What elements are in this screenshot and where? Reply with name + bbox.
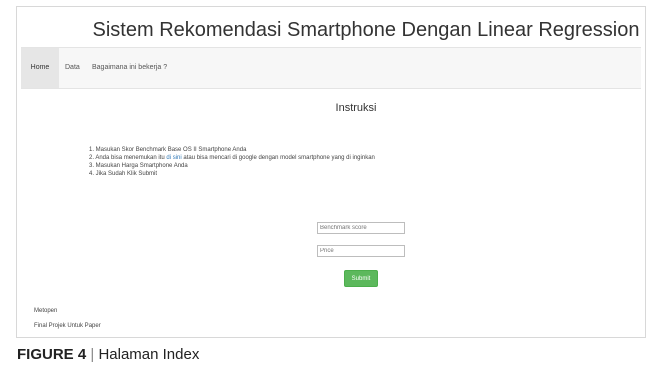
nav-how-it-works-link[interactable]: Bagaimana ini bekerja ? [92,48,167,88]
instruction-step-4: 4. Jika Sudah Klik Submit [89,171,158,177]
benchmark-score-input[interactable] [317,222,405,234]
here-link[interactable]: di sini [166,155,181,161]
instructions-heading: Instruksi [335,102,377,114]
instruction-step-2: 2. Anda bisa menemukan itu di sini atau … [89,154,375,162]
navbar: Home Data Bagaimana ini bekerja ? [21,47,641,89]
caption-text: Halaman Index [98,346,200,363]
submit-button[interactable]: Submit [344,270,378,287]
page-title: Sistem Rekomendasi Smartphone Dengan Lin… [92,19,640,41]
figure-label: FIGURE 4 [17,346,87,363]
footer-subtitle: Final Projek Untuk Paper [34,323,101,329]
step-2-text-after: atau bisa mencari di google dengan model… [181,155,375,161]
step-2-text-before: 2. Anda bisa menemukan itu [89,155,167,161]
footer-name: Metopen [34,308,58,314]
instructions-list: 1. Masukan Skor Benchmark Base OS II Sma… [89,146,375,178]
price-input[interactable] [317,245,405,257]
instruction-step-1: 1. Masukan Skor Benchmark Base OS II Sma… [89,147,247,153]
instruction-step-3: 3. Masukan Harga Smartphone Anda [89,163,188,169]
browser-page: Sistem Rekomendasi Smartphone Dengan Lin… [16,6,646,338]
nav-home-link[interactable]: Home [21,48,59,88]
nav-data-link[interactable]: Data [65,48,80,88]
figure-caption: FIGURE 4 | Halaman Index [17,346,199,363]
caption-separator: | [90,346,95,363]
